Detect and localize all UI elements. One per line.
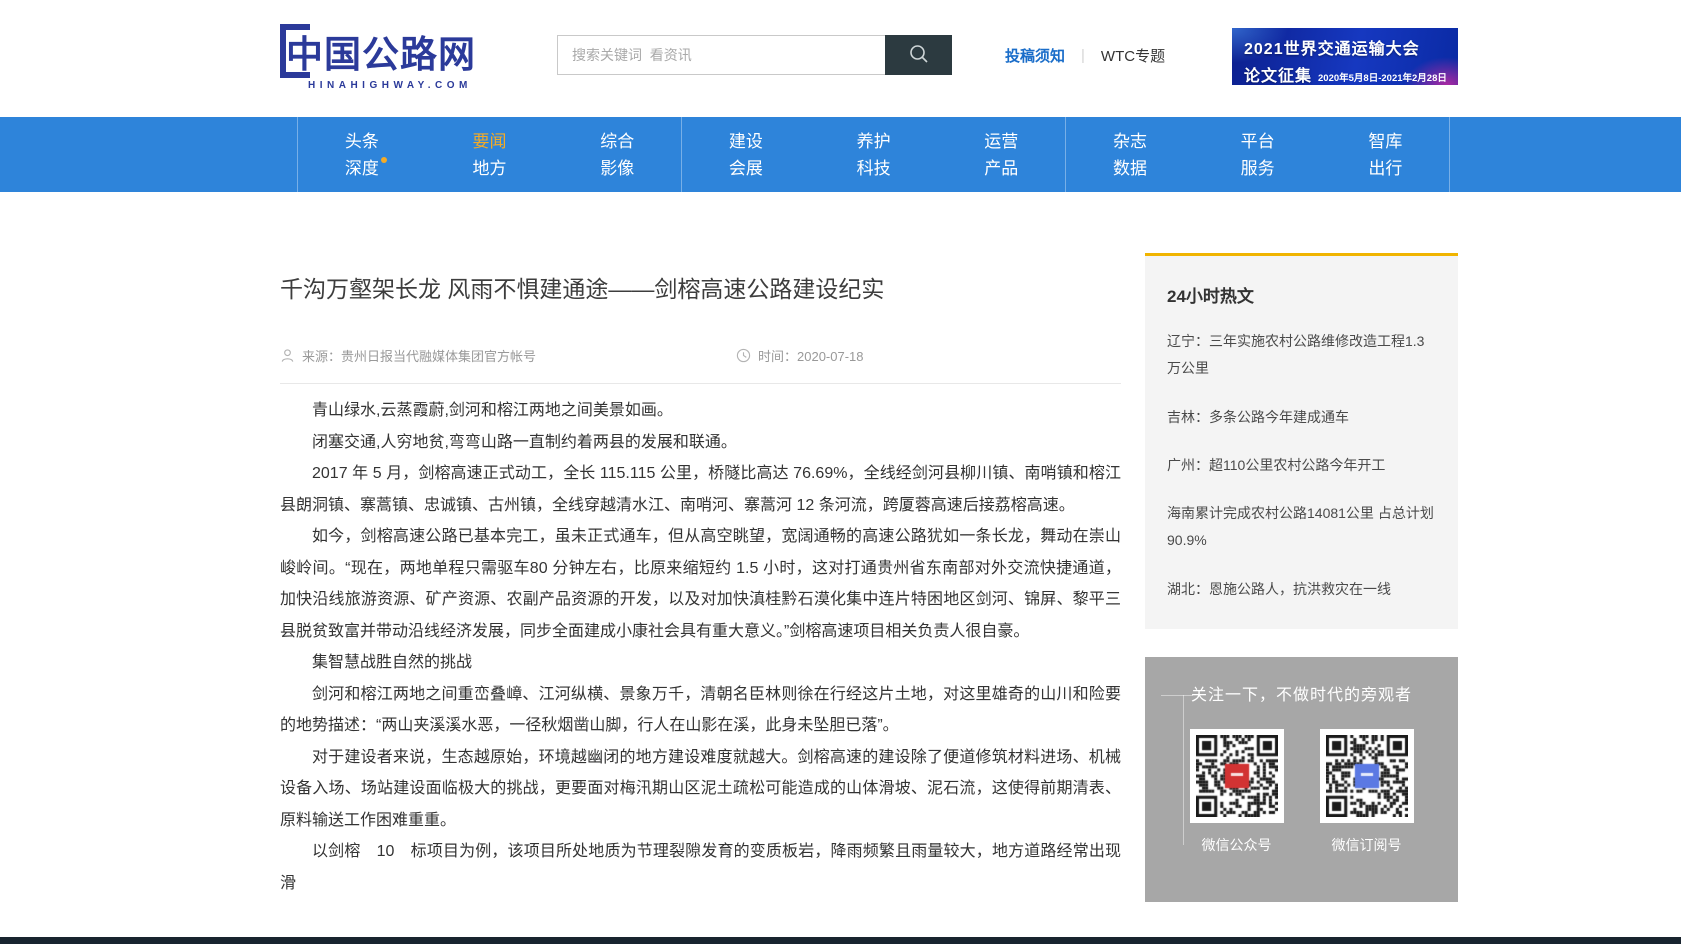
article-paragraph: 对于建设者来说，生态越原始，环境越幽闭的地方建设难度就越大。剑榕高速的建设除了便… — [280, 742, 1121, 837]
wtc-2021-banner[interactable]: 2021世界交通运输大会 论文征集 2020年5月8日-2021年2月28日 — [1232, 28, 1458, 85]
header-links: 投稿须知 | WTC专题 — [1005, 33, 1185, 77]
article-title: 千沟万壑架长龙 风雨不惧建通途——剑榕高速公路建设纪实 — [280, 270, 1121, 304]
person-icon — [280, 348, 295, 363]
article: 千沟万壑架长龙 风雨不惧建通途——剑榕高速公路建设纪实 来源：贵州日报当代融媒体… — [280, 192, 1121, 899]
article-paragraph: 青山绿水,云蒸霞蔚,剑河和榕江两地之间美景如画。 — [280, 395, 1121, 427]
nav-item-yingxiang[interactable]: 影像 — [600, 160, 634, 177]
site-header: 中国公路网 HINAHIGHWAY.COM 投稿须知 | WTC专题 2021世… — [0, 0, 1681, 117]
search-input[interactable] — [558, 36, 885, 74]
hot-article-link[interactable]: 海南累计完成农村公路14081公里 占总计划90.9% — [1167, 500, 1438, 555]
nav-item-shuju[interactable]: 数据 — [1113, 160, 1147, 177]
nav-item-pingtai[interactable]: 平台 — [1241, 133, 1275, 150]
search-button[interactable] — [885, 35, 952, 75]
clock-icon — [736, 348, 751, 363]
hot-article-link[interactable]: 湖北：恩施公路人，抗洪救灾在一线 — [1167, 576, 1438, 603]
article-time: 时间：2020-07-18 — [736, 346, 864, 365]
qr-cell-subscription: 微信订阅号 — [1320, 729, 1414, 855]
nav-item-yunying[interactable]: 运营 — [984, 133, 1018, 150]
nav-col-yaowen-difang[interactable]: 要闻 地方 — [426, 117, 554, 192]
wtc-topic-link[interactable]: WTC专题 — [1101, 45, 1165, 66]
article-paragraph: 闭塞交通,人穷地贫,弯弯山路一直制约着两县的发展和联通。 — [280, 427, 1121, 459]
article-paragraph: 剑河和榕江两地之间重峦叠嶂、江河纵横、景象万千，清朝名臣林则徐在行经这片土地，对… — [280, 679, 1121, 742]
main-nav: 头条 深度 要闻 地方 综合 影像 建设 会展 养护 科技 运营 — [0, 117, 1681, 192]
banner-title: 2021世界交通运输大会 — [1244, 35, 1458, 59]
submission-notice-link[interactable]: 投稿须知 — [1005, 45, 1065, 66]
nav-item-jianshe[interactable]: 建设 — [729, 133, 763, 150]
banner-date: 2020年5月8日-2021年2月28日 — [1318, 70, 1447, 84]
nav-item-huizhan[interactable]: 会展 — [729, 160, 763, 177]
hot-article-link[interactable]: 吉林：多条公路今年建成通车 — [1167, 404, 1438, 431]
footer-bar — [0, 937, 1681, 944]
qr-label-subscription: 微信订阅号 — [1332, 835, 1402, 855]
article-meta: 来源：贵州日报当代融媒体集团官方帐号 时间：2020-07-18 — [280, 346, 1121, 365]
nav-col-yanghu-keji[interactable]: 养护 科技 — [810, 117, 938, 192]
meta-divider — [280, 383, 1121, 384]
nav-group-2: 建设 会展 养护 科技 运营 产品 — [681, 117, 1065, 192]
decorative-line — [1161, 695, 1193, 696]
article-paragraph: 以剑榕 10 标项目为例，该项目所处地质为节理裂隙发育的变质板岩，降雨频繁且雨量… — [280, 836, 1121, 899]
nav-col-zhiku-chuxing[interactable]: 智库 出行 — [1322, 117, 1450, 192]
nav-item-zhiku[interactable]: 智库 — [1368, 133, 1402, 150]
banner-cta: 论文征集 — [1244, 62, 1312, 85]
article-paragraph: 2017 年 5 月，剑榕高速正式动工，全长 115.115 公里，桥隧比高达 … — [280, 458, 1121, 521]
nav-col-zonghe-yingxiang[interactable]: 综合 影像 — [553, 117, 681, 192]
nav-item-yaowen-active[interactable]: 要闻 — [473, 133, 507, 150]
article-paragraph: 集智慧战胜自然的挑战 — [280, 647, 1121, 679]
nav-col-jianshe-huizhan[interactable]: 建设 会展 — [682, 117, 810, 192]
search-box — [557, 35, 885, 75]
search-icon — [907, 42, 931, 69]
nav-item-difang[interactable]: 地方 — [473, 160, 507, 177]
notification-dot — [381, 157, 387, 163]
nav-item-yanghu[interactable]: 养护 — [857, 133, 891, 150]
logo-text: 中国公路网 — [286, 24, 476, 78]
decorative-line — [1183, 695, 1184, 845]
nav-item-fuwu[interactable]: 服务 — [1241, 160, 1275, 177]
hot-article-link[interactable]: 广州：超110公里农村公路今年开工 — [1167, 452, 1438, 479]
nav-item-chanpin[interactable]: 产品 — [984, 160, 1018, 177]
nav-item-shendu[interactable]: 深度 — [345, 160, 379, 177]
sidebar: 24小时热文 辽宁：三年实施农村公路维修改造工程1.3万公里 吉林：多条公路今年… — [1145, 253, 1458, 902]
nav-item-keji[interactable]: 科技 — [857, 160, 891, 177]
qr-code-wechat-official — [1190, 729, 1284, 823]
nav-group-3: 杂志 数据 平台 服务 智库 出行 — [1065, 117, 1450, 192]
hot-article-link[interactable]: 辽宁：三年实施农村公路维修改造工程1.3万公里 — [1167, 328, 1438, 383]
nav-group-1: 头条 深度 要闻 地方 综合 影像 — [297, 117, 681, 192]
nav-item-chuxing[interactable]: 出行 — [1368, 160, 1402, 177]
logo-domain-text: HINAHIGHWAY.COM — [280, 80, 490, 91]
nav-col-pingtai-fuwu[interactable]: 平台 服务 — [1194, 117, 1322, 192]
article-body: 青山绿水,云蒸霞蔚,剑河和榕江两地之间美景如画。 闭塞交通,人穷地贫,弯弯山路一… — [280, 395, 1121, 899]
nav-item-toutiao[interactable]: 头条 — [345, 133, 379, 150]
qr-cell-official: 微信公众号 — [1190, 729, 1284, 855]
qr-label-official: 微信公众号 — [1202, 835, 1272, 855]
nav-item-zazhi[interactable]: 杂志 — [1113, 133, 1147, 150]
article-paragraph: 如今，剑榕高速公路已基本完工，虽未正式通车，但从高空眺望，宽阔通畅的高速公路犹如… — [280, 521, 1121, 647]
follow-title: 关注一下，不做时代的旁观者 — [1145, 681, 1458, 705]
hot-articles-title: 24小时热文 — [1167, 282, 1438, 307]
nav-col-zazhi-shuju[interactable]: 杂志 数据 — [1066, 117, 1194, 192]
hot-articles-box: 24小时热文 辽宁：三年实施农村公路维修改造工程1.3万公里 吉林：多条公路今年… — [1145, 253, 1458, 629]
site-logo[interactable]: 中国公路网 HINAHIGHWAY.COM — [280, 24, 490, 91]
qr-code-wechat-subscription — [1320, 729, 1414, 823]
article-source: 来源：贵州日报当代融媒体集团官方帐号 — [280, 346, 536, 365]
nav-col-yunying-chanpin[interactable]: 运营 产品 — [937, 117, 1065, 192]
wechat-follow-box: 关注一下，不做时代的旁观者 微信公众号 微信订阅号 — [1145, 657, 1458, 902]
nav-col-toutiao-shendu[interactable]: 头条 深度 — [298, 117, 426, 192]
nav-item-zonghe[interactable]: 综合 — [600, 133, 634, 150]
link-separator: | — [1081, 47, 1085, 64]
